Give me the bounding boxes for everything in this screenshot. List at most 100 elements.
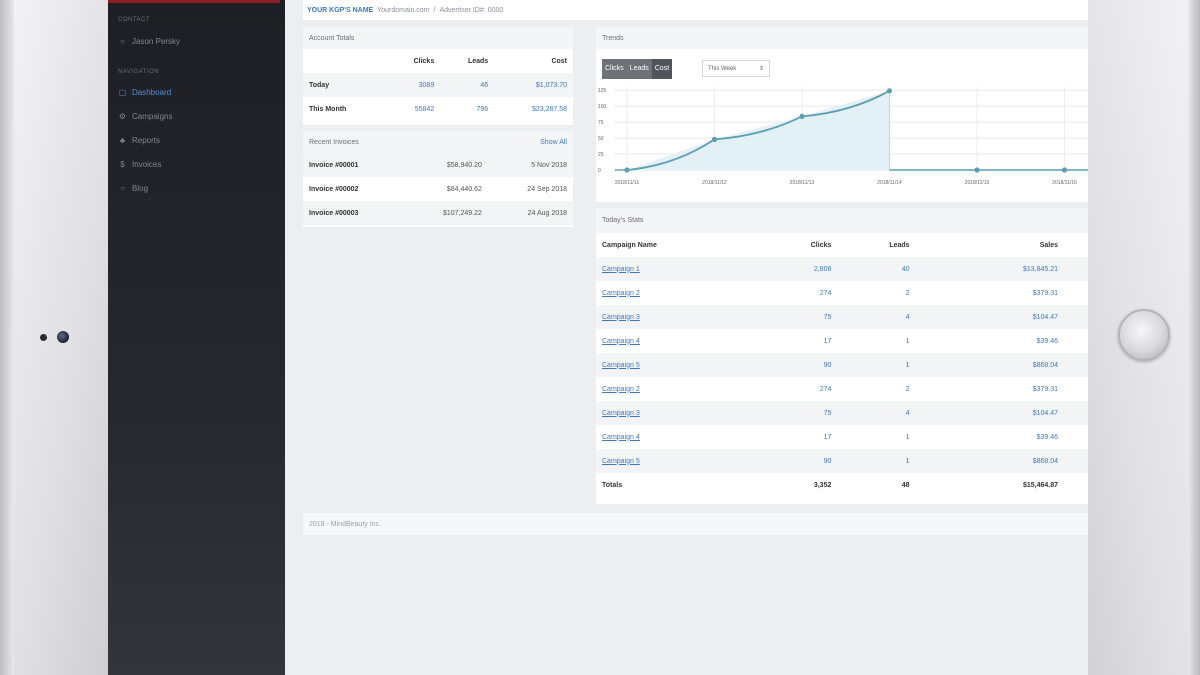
- sales-value[interactable]: $868.04: [1033, 362, 1058, 369]
- panel-title: Today's Stats: [602, 217, 644, 224]
- sidebar: CONTACT ○ Jason Persky NAVIGATION ▢ Dash…: [108, 0, 285, 675]
- recent-invoices-panel: Recent Invoices Show All Invoice #00001 …: [303, 131, 573, 227]
- clicks-value[interactable]: 55842: [386, 97, 441, 121]
- stats-table-body: Campaign 1 2,806 40 $13,845.21 Campaign 2 274…: [596, 257, 1088, 473]
- leads-value[interactable]: 1: [906, 458, 910, 465]
- column-header-cost: Cost: [551, 57, 567, 65]
- clicks-value[interactable]: 75: [824, 314, 832, 321]
- clicks-value-cell: 90: [758, 353, 837, 377]
- table-row: Campaign 4 17 1 $39.46: [596, 425, 1088, 449]
- sales-value-cell: $104.47: [916, 401, 1088, 425]
- invoice-amount: $107,249.22: [442, 209, 482, 217]
- totals-row: Totals 3,352 48 $15,464.87: [596, 473, 1088, 497]
- leads-value-cell: 40: [837, 257, 915, 281]
- clicks-value[interactable]: 3089: [386, 73, 441, 97]
- totals-label: Totals: [602, 481, 623, 489]
- leads-value[interactable]: 1: [906, 362, 910, 369]
- data-point: [799, 113, 805, 119]
- leads-value-cell: 1: [837, 353, 915, 377]
- campaign-name-link[interactable]: Campaign 3: [602, 314, 640, 321]
- leads-value[interactable]: 46: [440, 73, 494, 97]
- cost-value[interactable]: $1,073.70: [494, 73, 573, 97]
- campaign-name-cell: Campaign 3: [596, 305, 758, 329]
- sales-value[interactable]: $868.04: [1033, 458, 1058, 465]
- table-row: Campaign 3 75 4 $104.47: [596, 305, 1088, 329]
- footer: 2018 - MindBeauty Inc.: [303, 513, 1088, 535]
- sidebar-item-dashboard[interactable]: ▢ Dashboard: [118, 88, 171, 97]
- sidebar-contact[interactable]: ○ Jason Persky: [118, 37, 180, 46]
- show-all-link[interactable]: Show All: [540, 139, 567, 146]
- campaign-name-link[interactable]: Campaign 2: [602, 386, 640, 393]
- campaign-name-link[interactable]: Campaign 5: [602, 362, 640, 369]
- sales-value-cell: $104.47: [916, 305, 1088, 329]
- device-bezel-left: [0, 0, 108, 675]
- table-row[interactable]: Invoice #00003 $107,249.22 24 Aug 2018: [303, 201, 573, 225]
- clicks-value-cell: 17: [758, 329, 837, 353]
- clicks-value[interactable]: 90: [824, 362, 832, 369]
- leads-value[interactable]: 2: [906, 386, 910, 393]
- clicks-value[interactable]: 274: [820, 290, 832, 297]
- data-point: [1061, 167, 1068, 173]
- sales-value[interactable]: $39.46: [1037, 434, 1058, 441]
- invoices-icon: $: [120, 160, 125, 169]
- campaign-name-link[interactable]: Campaign 1: [602, 266, 640, 273]
- sales-value-cell: $39.46: [916, 425, 1088, 449]
- sales-value[interactable]: $379.31: [1033, 290, 1058, 297]
- sidebar-accent-bar: [108, 0, 280, 3]
- toggle-cost[interactable]: Cost: [651, 59, 673, 79]
- sales-value[interactable]: $39.46: [1037, 338, 1058, 345]
- campaign-name-link[interactable]: Campaign 4: [602, 434, 640, 441]
- panel-title: Trends: [602, 34, 624, 42]
- cost-value[interactable]: $23,287.58: [494, 97, 573, 121]
- clicks-value[interactable]: 75: [824, 410, 832, 417]
- campaign-name-link[interactable]: Campaign 4: [602, 338, 640, 345]
- sales-value[interactable]: $104.47: [1033, 410, 1058, 417]
- toggle-leads[interactable]: Leads: [626, 59, 652, 79]
- campaign-name-link[interactable]: Campaign 3: [602, 410, 640, 417]
- leads-value[interactable]: 796: [440, 97, 494, 121]
- sales-value[interactable]: $13,845.21: [1023, 266, 1058, 273]
- leads-value[interactable]: 1: [906, 338, 910, 345]
- home-button[interactable]: [1118, 309, 1170, 361]
- panel-header: Trends: [596, 27, 1088, 49]
- campaign-name-link[interactable]: Campaign 2: [602, 290, 640, 297]
- todays-stats-panel: Today's Stats Campaign Name Clicks Leads…: [596, 208, 1088, 504]
- sales-value[interactable]: $104.47: [1033, 314, 1058, 321]
- sidebar-item-reports[interactable]: ♣ Reports: [118, 136, 160, 145]
- clicks-value[interactable]: 17: [824, 434, 832, 441]
- sales-value[interactable]: $379.31: [1033, 386, 1058, 393]
- toggle-clicks[interactable]: Clicks: [602, 59, 627, 79]
- table-row[interactable]: Invoice #00002 $84,440.62 24 Sep 2018: [303, 177, 573, 201]
- clicks-value[interactable]: 17: [824, 338, 832, 345]
- campaign-name-cell: Campaign 2: [596, 377, 758, 401]
- campaign-name-cell: Campaign 5: [596, 449, 758, 473]
- table-row[interactable]: Invoice #00001 $58,940.20 5 Nov 2018: [303, 153, 573, 177]
- leads-value[interactable]: 2: [906, 290, 910, 297]
- clicks-value[interactable]: 2,806: [814, 266, 832, 273]
- leads-value[interactable]: 4: [906, 314, 910, 321]
- leads-value-cell: 1: [837, 425, 915, 449]
- clicks-value[interactable]: 274: [820, 386, 832, 393]
- x-tick-label: 2018/11/14: [877, 180, 902, 186]
- leads-value[interactable]: 40: [902, 266, 910, 273]
- sidebar-item-label: Campaigns: [132, 112, 173, 121]
- camera-icon: [57, 331, 69, 343]
- clicks-value[interactable]: 90: [824, 458, 832, 465]
- campaign-name-link[interactable]: Campaign 5: [602, 458, 640, 465]
- sidebar-contact-name: Jason Persky: [132, 37, 181, 46]
- sidebar-item-invoices[interactable]: $ Invoices: [118, 160, 161, 169]
- range-select-value: This Week: [708, 65, 737, 72]
- invoice-date: 24 Sep 2018: [527, 185, 567, 193]
- leads-value[interactable]: 4: [906, 410, 910, 417]
- leads-value[interactable]: 1: [906, 434, 910, 441]
- y-tick-label: 50: [598, 136, 604, 142]
- sidebar-item-label: Dashboard: [132, 88, 172, 97]
- sidebar-item-blog[interactable]: ○ Blog: [118, 184, 148, 193]
- table-row: Campaign 4 17 1 $39.46: [596, 329, 1088, 353]
- brand-name[interactable]: YOUR KGP'S NAME: [307, 7, 373, 14]
- sidebar-item-campaigns[interactable]: ⚙ Campaigns: [118, 112, 173, 121]
- range-select[interactable]: This Week ⇕: [702, 60, 770, 77]
- x-tick-label: 2018/11/11: [615, 180, 640, 186]
- panel-header: Account Totals: [303, 27, 573, 49]
- campaign-name-cell: Campaign 5: [596, 353, 758, 377]
